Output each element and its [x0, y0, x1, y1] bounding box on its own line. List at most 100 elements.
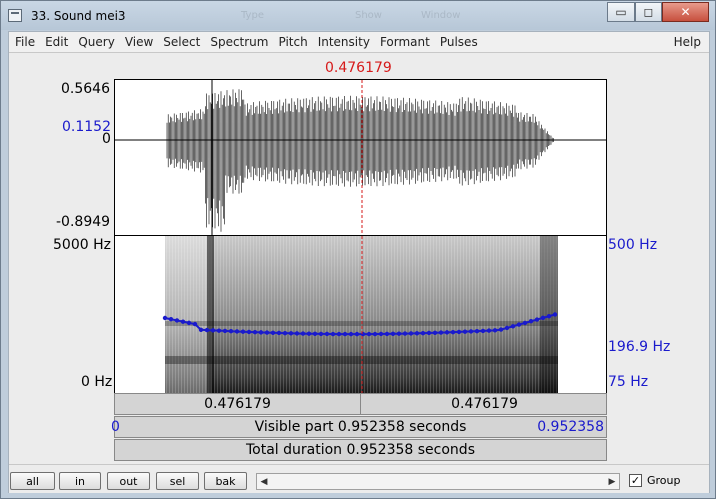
- menu-spectrum[interactable]: Spectrum: [205, 35, 273, 49]
- pitch-point: [366, 331, 372, 337]
- pitch-top-label: 500 Hz: [608, 237, 658, 253]
- wave-zero-label: 0: [102, 131, 111, 147]
- group-checkbox[interactable]: ✓: [629, 474, 642, 487]
- pitch-point: [420, 330, 426, 336]
- waveform-trace: [166, 89, 555, 232]
- visible-part-text: Visible part 0.952358 seconds: [254, 419, 467, 435]
- pitch-point: [522, 320, 528, 326]
- wave-min-label: -0.8949: [56, 214, 111, 230]
- pitch-point: [450, 329, 456, 335]
- pitch-point: [240, 329, 246, 334]
- selection-time-bar[interactable]: 0.476179 0.476179: [114, 393, 607, 415]
- pitch-point: [276, 330, 282, 336]
- pitch-point: [300, 331, 306, 336]
- pitch-point: [192, 321, 198, 327]
- menu-query[interactable]: Query: [73, 35, 119, 49]
- spectrogram-plot: [162, 236, 558, 393]
- scroll-left-icon[interactable]: ◀: [257, 474, 271, 489]
- pitch-point: [546, 313, 552, 319]
- pitch-point: [204, 327, 210, 333]
- pitch-point: [246, 329, 252, 335]
- pitch-point: [294, 331, 300, 336]
- visible-part-bar[interactable]: 0 Visible part 0.952358 seconds 0.952358: [111, 416, 607, 438]
- pitch-point: [504, 325, 510, 331]
- menu-select[interactable]: Select: [158, 35, 205, 49]
- pitch-point: [252, 329, 258, 335]
- pitch-point: [378, 331, 384, 337]
- wave-max-label: 0.5646: [61, 81, 110, 97]
- pitch-point: [390, 331, 396, 337]
- pitch-point: [444, 330, 450, 335]
- group-label: Group: [647, 474, 681, 487]
- pitch-point: [168, 317, 174, 322]
- pitch-point: [210, 328, 216, 333]
- pitch-point: [282, 330, 288, 336]
- pitch-point: [540, 315, 546, 321]
- minimize-button[interactable]: ▭: [607, 2, 635, 22]
- spectrogram-onset-region: [165, 236, 212, 393]
- maximize-button[interactable]: ◻: [635, 2, 662, 22]
- menu-bar: File Edit Query View Select Spectrum Pit…: [9, 32, 709, 52]
- pitch-point: [354, 331, 360, 337]
- menu-edit[interactable]: Edit: [40, 35, 73, 49]
- pitch-point: [510, 324, 516, 329]
- menu-divider: [9, 52, 709, 53]
- pitch-bottom-label: 75 Hz: [608, 374, 649, 390]
- horizontal-scrollbar[interactable]: ◀ ▶: [256, 473, 620, 490]
- pitch-point: [162, 315, 168, 321]
- zoom-in-button[interactable]: in: [59, 472, 101, 490]
- pitch-point: [408, 331, 414, 336]
- pitch-point: [534, 317, 540, 322]
- pitch-point: [474, 328, 480, 334]
- maximize-icon: ◻: [643, 5, 654, 19]
- pitch-point: [402, 331, 408, 336]
- selection-left-segment[interactable]: 0.476179: [115, 394, 361, 414]
- background-ghost-text: Window: [421, 10, 461, 21]
- spectrogram-bottom-freq-label: 0 Hz: [81, 374, 113, 390]
- background-ghost-text: Type: [241, 10, 264, 21]
- pitch-point: [348, 331, 354, 337]
- pitch-point: [306, 331, 312, 336]
- menu-formant[interactable]: Formant: [375, 35, 435, 49]
- menu-help[interactable]: Help: [674, 35, 701, 49]
- app-window-icon: [8, 9, 22, 22]
- pitch-point: [516, 322, 522, 327]
- pitch-point: [462, 329, 468, 334]
- selection-right-segment[interactable]: 0.476179: [362, 394, 607, 414]
- pitch-point: [552, 312, 558, 317]
- pitch-point: [480, 328, 486, 334]
- window-title: 33. Sound mei3: [31, 9, 126, 23]
- menu-pitch[interactable]: Pitch: [273, 35, 312, 49]
- menu-intensity[interactable]: Intensity: [313, 35, 375, 49]
- visible-end-time: 0.952358: [537, 419, 604, 435]
- total-duration-bar[interactable]: Total duration 0.952358 seconds: [114, 439, 607, 461]
- spectrogram-panel[interactable]: [114, 236, 607, 393]
- pitch-point: [414, 331, 420, 336]
- pitch-point: [264, 330, 270, 335]
- close-button[interactable]: ✕: [662, 2, 709, 22]
- close-icon: ✕: [680, 5, 691, 19]
- zoom-back-button[interactable]: bak: [204, 472, 247, 490]
- spectrogram-striations: [165, 236, 558, 393]
- pitch-point: [228, 328, 234, 334]
- waveform-plot: [115, 80, 606, 235]
- zoom-all-button[interactable]: all: [10, 472, 55, 490]
- pitch-point: [330, 331, 336, 337]
- zoom-out-button[interactable]: out: [107, 472, 150, 490]
- menu-file[interactable]: File: [9, 35, 40, 49]
- pitch-point: [468, 329, 474, 334]
- bottom-toolbar: all in out sel bak ◀ ▶ ✓ Group: [9, 464, 709, 493]
- scroll-right-icon[interactable]: ▶: [605, 474, 619, 489]
- menu-view[interactable]: View: [120, 35, 158, 49]
- menu-pulses[interactable]: Pulses: [435, 35, 483, 49]
- pitch-point: [342, 331, 348, 337]
- waveform-panel[interactable]: [114, 79, 607, 236]
- pitch-point: [222, 328, 228, 334]
- pitch-point: [198, 327, 204, 333]
- zoom-selection-button[interactable]: sel: [156, 472, 199, 490]
- title-bar[interactable]: 33. Sound mei3 Type Show Window ▭ ◻ ✕: [1, 1, 715, 30]
- pitch-point: [174, 318, 180, 323]
- editor-client-area: File Edit Query View Select Spectrum Pit…: [8, 31, 710, 493]
- pitch-point: [360, 331, 366, 337]
- spectrogram-boundary-band: [207, 236, 214, 393]
